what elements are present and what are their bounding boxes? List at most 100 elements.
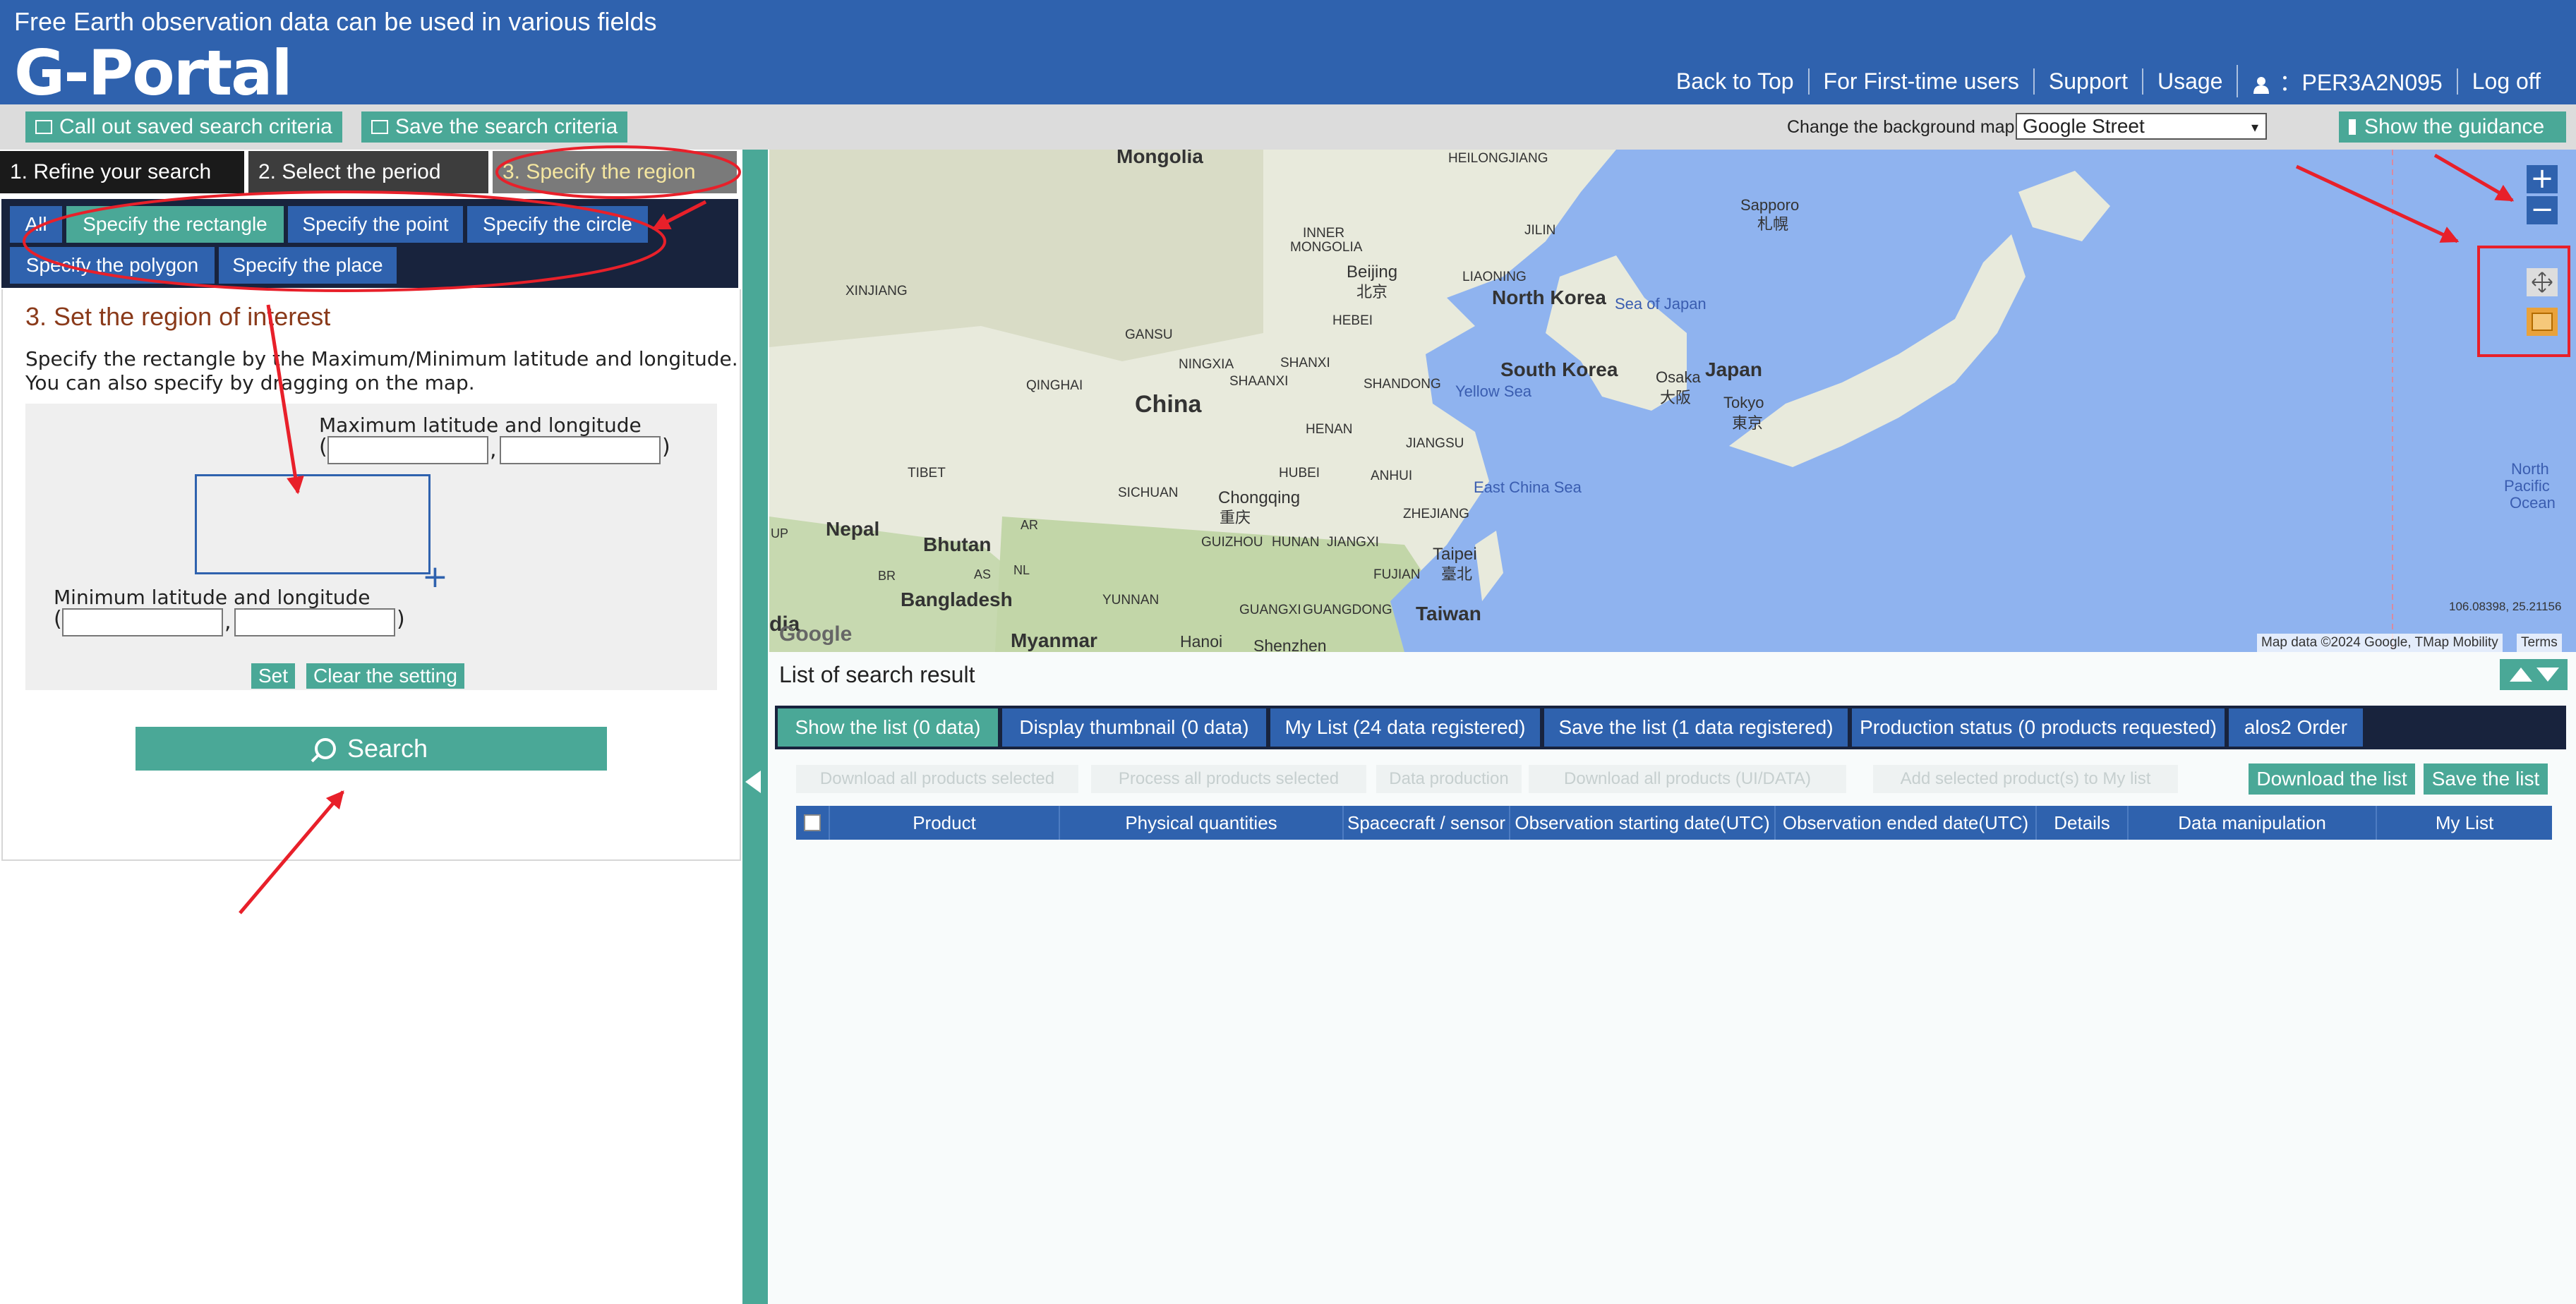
map-label: Nepal xyxy=(826,518,880,540)
search-button[interactable]: Search xyxy=(136,727,607,771)
map-label: NL xyxy=(1013,563,1030,577)
paren-close: ) xyxy=(662,435,670,459)
column-header[interactable]: Physical quantities xyxy=(1060,806,1344,840)
region-mode-tabs: All Specify the rectangle Specify the po… xyxy=(1,199,738,288)
tab-production-status[interactable]: Production status (0 products requested) xyxy=(1852,708,2225,747)
column-header[interactable]: My List xyxy=(2377,806,2552,840)
call-out-criteria-button[interactable]: Call out saved search criteria xyxy=(25,111,342,143)
book-icon xyxy=(35,120,52,134)
rectangle-diagram xyxy=(195,474,431,574)
map-label: GUANGXI xyxy=(1239,603,1301,617)
map-label: SICHUAN xyxy=(1118,485,1179,500)
map-view[interactable]: Mongolia HEILONGJIANG JILIN LIAONING INN… xyxy=(769,150,2576,652)
column-header[interactable]: Product xyxy=(830,806,1060,840)
save-criteria-label: Save the search criteria xyxy=(395,115,618,138)
tab-specify-place[interactable]: Specify the place xyxy=(219,247,397,284)
pan-tool-button[interactable] xyxy=(2527,268,2558,296)
tab-all[interactable]: All xyxy=(10,206,62,243)
step-specify-region[interactable]: 3. Specify the region xyxy=(493,151,737,193)
data-production-button-disabled: Data production xyxy=(1376,765,1522,793)
map-label: Osaka xyxy=(1656,368,1701,386)
nav-support[interactable]: Support xyxy=(2033,68,2142,95)
map-label: SHANDONG xyxy=(1364,377,1441,392)
tab-alos2-order[interactable]: alos2 Order xyxy=(2229,708,2363,747)
expand-collapse-results-button[interactable] xyxy=(2500,659,2568,690)
min-longitude-input[interactable] xyxy=(234,608,395,636)
column-header[interactable]: Data manipulation xyxy=(2129,806,2377,840)
move-icon xyxy=(2532,272,2553,293)
map-label: QINGHAI xyxy=(1026,378,1083,393)
tab-display-thumbnail[interactable]: Display thumbnail (0 data) xyxy=(1002,708,1266,747)
map-label: East China Sea xyxy=(1474,478,1582,496)
max-latitude-input[interactable] xyxy=(327,436,488,464)
show-guidance-button[interactable]: Show the guidance xyxy=(2339,111,2566,143)
map-label: Bhutan xyxy=(923,533,992,555)
tab-show-list[interactable]: Show the list (0 data) xyxy=(778,708,998,747)
column-header[interactable]: Observation starting date(UTC) xyxy=(1510,806,1776,840)
save-list-button[interactable]: Save the list xyxy=(2424,763,2548,795)
step-refine-search[interactable]: 1. Refine your search xyxy=(0,151,244,193)
map-label: HEILONGJIANG xyxy=(1448,151,1548,166)
map-label: Taiwan xyxy=(1416,603,1481,624)
tab-specify-point[interactable]: Specify the point xyxy=(288,206,463,243)
clear-setting-button[interactable]: Clear the setting xyxy=(306,663,464,689)
panel-collapse-handle[interactable] xyxy=(742,150,768,1304)
rectangle-draw-icon xyxy=(2532,313,2553,331)
map-label: Shenzhen xyxy=(1253,636,1327,652)
set-button[interactable]: Set xyxy=(251,663,296,689)
results-title: List of search result xyxy=(779,662,975,687)
tab-specify-circle[interactable]: Specify the circle xyxy=(467,206,648,243)
region-section-title: 3. Set the region of interest xyxy=(25,302,331,331)
user-id-label: ：PER3A2N095 xyxy=(2279,70,2443,95)
map-label: HUBEI xyxy=(1279,466,1320,481)
map-terms-link[interactable]: Terms xyxy=(2517,634,2562,652)
map-label: SHAANXI xyxy=(1229,374,1289,389)
results-table-header: Product Physical quantities Spacecraft /… xyxy=(796,806,2552,840)
search-steps: 1. Refine your search 2. Select the peri… xyxy=(0,151,741,196)
tab-specify-polygon[interactable]: Specify the polygon xyxy=(10,247,215,284)
map-label: South Korea xyxy=(1500,358,1618,380)
tab-save-the-list[interactable]: Save the list (1 data registered) xyxy=(1544,708,1848,747)
nav-back-to-top[interactable]: Back to Top xyxy=(1662,68,1808,95)
user-icon xyxy=(2253,76,2270,94)
min-latitude-input[interactable] xyxy=(62,608,223,636)
zoom-in-button[interactable]: + xyxy=(2527,164,2558,193)
map-label: Hanoi xyxy=(1180,632,1223,651)
nav-first-time-users[interactable]: For First-time users xyxy=(1807,68,2033,95)
tab-specify-rectangle[interactable]: Specify the rectangle xyxy=(66,206,284,243)
nav-user-account[interactable]: ：PER3A2N095 xyxy=(2237,65,2456,97)
search-toolbar: Call out saved search criteria Save the … xyxy=(0,104,2576,150)
background-map-label: Change the background map xyxy=(1787,117,2015,137)
site-header: Free Earth observation data can be used … xyxy=(0,0,2576,109)
book-icon xyxy=(371,120,388,134)
map-label: China xyxy=(1135,391,1202,418)
map-label: North xyxy=(2511,460,2549,478)
column-header[interactable]: Spacecraft / sensor xyxy=(1344,806,1510,840)
add-to-mylist-button-disabled: Add selected product(s) to My list xyxy=(1873,765,2178,793)
column-header[interactable]: Observation ended date(UTC) xyxy=(1776,806,2037,840)
map-label: 重庆 xyxy=(1220,509,1251,526)
coordinate-entry-box: Maximum latitude and longitude ( , ) + M… xyxy=(25,404,717,690)
download-list-button[interactable]: Download the list xyxy=(2249,763,2415,795)
max-longitude-input[interactable] xyxy=(500,436,661,464)
nav-logoff[interactable]: Log off xyxy=(2456,68,2555,95)
save-criteria-button[interactable]: Save the search criteria xyxy=(361,111,628,143)
zoom-out-button[interactable]: − xyxy=(2527,195,2558,224)
draw-rectangle-tool-button[interactable] xyxy=(2527,308,2558,336)
site-logo[interactable]: G-Portal xyxy=(14,37,293,109)
map-label: ZHEJIANG xyxy=(1403,507,1469,521)
select-all-checkbox[interactable] xyxy=(804,814,821,831)
step-select-period[interactable]: 2. Select the period xyxy=(248,151,488,193)
map-label: AR xyxy=(1021,518,1039,532)
max-latlon-label: Maximum latitude and longitude xyxy=(319,413,642,437)
nav-usage[interactable]: Usage xyxy=(2141,68,2237,95)
map-label: Sea of Japan xyxy=(1615,295,1707,313)
google-logo: Google xyxy=(779,622,853,646)
results-tabs: Show the list (0 data) Display thumbnail… xyxy=(775,706,2566,749)
map-label: MONGOLIA xyxy=(1290,240,1363,255)
map-label: Ocean xyxy=(2510,494,2556,512)
download-selected-button-disabled: Download all products selected xyxy=(796,765,1078,793)
tab-my-list[interactable]: My List (24 data registered) xyxy=(1270,708,1540,747)
column-header[interactable]: Details xyxy=(2037,806,2129,840)
background-map-select[interactable]: Google Street ▾ xyxy=(2016,113,2267,140)
